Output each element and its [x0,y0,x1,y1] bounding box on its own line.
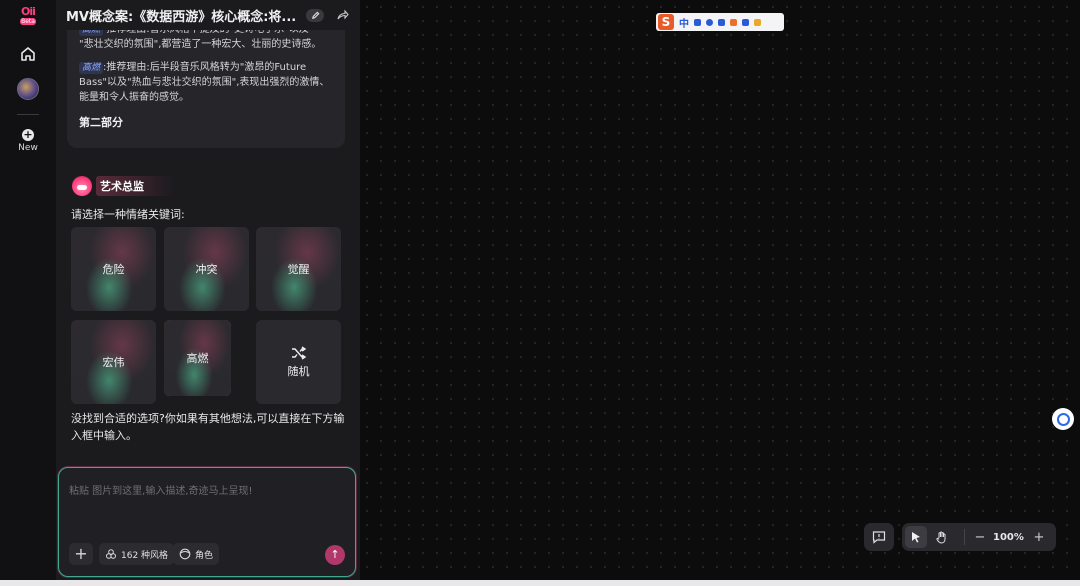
zoom-in-button[interactable]: + [1032,530,1046,545]
home-icon[interactable] [18,44,38,64]
panel-header: MV概念案:《数据西游》核心概念:将... [56,0,360,30]
agent-name: 艺术总监 [96,176,174,196]
left-rail: Oii Beta + New [0,0,56,586]
random-option-tile[interactable]: 随机 [256,320,341,404]
hint-text: 没找到合适的选项?你如果有其他想法,可以直接在下方输入框中输入。 [71,412,345,442]
option-tile[interactable]: 冲突 [164,227,249,311]
share-button[interactable] [336,8,350,22]
card-text-line: "悲壮交织的氛围",都营造了一种宏大、壮丽的史诗感。 [79,39,322,50]
option-label: 高燃 [186,352,209,365]
canvas-area[interactable] [360,0,1080,586]
rail-divider [17,114,39,115]
role-label: 角色 [195,550,214,561]
option-label: 冲突 [195,263,218,276]
add-attachment-button[interactable]: + [69,543,93,565]
skin-icon[interactable] [730,18,737,26]
share-icon [337,9,349,20]
prompt-input[interactable]: 粘贴 图片到这里,输入描述,奇迹马上呈现! [69,482,253,497]
chat-panel: MV概念案:《数据西游》核心概念:将... 高燃 推荐理由:音乐风格中提及的"史… [56,0,360,586]
toolbox-icon[interactable] [742,18,749,26]
new-label: New [18,143,38,153]
pencil-icon [311,11,319,19]
shuffle-icon [291,345,306,360]
menu-icon[interactable] [754,18,761,26]
option-tile[interactable]: 觉醒 [256,227,341,311]
option-tile[interactable]: 危险 [71,227,156,311]
reason-text: :推荐理由:后半段音乐风格转为"激昂的Future Bass"以及"热血与悲壮交… [79,62,330,103]
feedback-button[interactable] [864,523,894,551]
option-tile-selected[interactable]: 高燃 [164,320,231,396]
option-label: 随机 [287,364,310,378]
option-tile[interactable]: 宏伟 [71,320,156,404]
styles-button[interactable]: 162 种风格 [99,543,175,565]
feedback-icon [872,531,886,544]
tag-badge: 高燃 [79,62,104,74]
app-logo[interactable]: Oii Beta [17,6,39,28]
avatar[interactable] [17,78,39,100]
palette-icon [105,548,117,560]
sogou-logo-icon: S [658,14,674,30]
ime-mode[interactable]: 中 [679,15,689,30]
agent-header: 艺术总监 [72,176,174,196]
plus-icon: + [21,128,34,141]
toolbar-divider [964,529,965,545]
send-button[interactable]: ↑ [325,545,345,565]
hand-icon [935,531,945,544]
message-card: 高燃 推荐理由:音乐风格中提及的"史诗电子乐"以及 "悲壮交织的氛围",都营造了… [67,18,345,148]
option-label: 觉醒 [287,263,310,276]
composer: 粘贴 图片到这里,输入描述,奇迹马上呈现! + 162 种风格 角色 ↑ [58,467,356,577]
role-button[interactable]: 角色 [173,543,220,565]
hand-tool-button[interactable] [930,526,952,548]
option-label: 危险 [102,263,125,276]
styles-label: 162 种风格 [121,550,169,561]
section-heading: 第二部分 [79,116,123,129]
logo-text: Oii [21,5,36,18]
select-tool-button[interactable] [905,526,927,548]
canvas-toolbar: − 100% + [902,523,1056,551]
zoom-out-button[interactable]: − [973,530,987,545]
zoom-level: 100% [993,531,1024,543]
new-button[interactable]: + New [18,128,38,154]
card-reason: 高燃:推荐理由:后半段音乐风格转为"激昂的Future Bass"以及"热血与悲… [67,60,345,105]
keyboard-icon[interactable] [718,18,725,26]
microphone-icon[interactable] [706,18,713,26]
face-icon [179,548,191,560]
ime-toolbar[interactable]: S 中 [656,13,784,31]
os-taskbar [0,580,1080,586]
option-label: 宏伟 [102,356,125,369]
agent-avatar-icon [72,176,92,196]
cursor-icon [912,532,920,543]
edit-title-button[interactable] [306,8,324,22]
punctuation-icon[interactable] [694,18,701,26]
logo-badge: Beta [20,18,36,25]
question-prompt: 请选择一种情绪关键词: [71,208,185,221]
assistant-float-icon[interactable] [1052,408,1074,430]
page-title: MV概念案:《数据西游》核心概念:将... [66,9,297,25]
